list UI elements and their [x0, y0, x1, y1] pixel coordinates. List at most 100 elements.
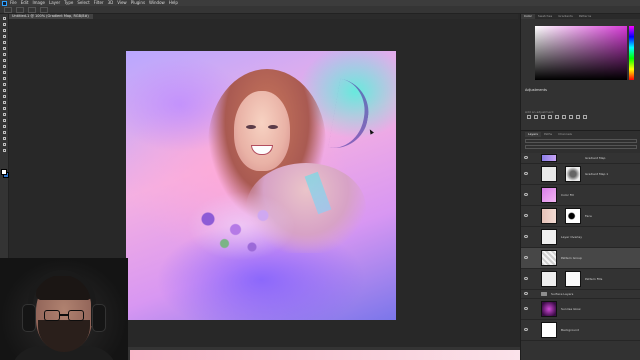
portrait-smile	[251, 145, 273, 155]
brush-tool-icon[interactable]	[2, 70, 7, 75]
tab-gradients[interactable]: Gradients	[555, 14, 576, 19]
layer-dropdown[interactable]	[28, 6, 36, 13]
options-bar	[0, 6, 640, 14]
tab-layers[interactable]: Layers	[525, 132, 541, 137]
photoshop-logo-icon[interactable]	[2, 0, 7, 6]
color-panel-tabs: Color Swatches Gradients Patterns	[521, 14, 640, 19]
path-selection-tool-icon[interactable]	[2, 124, 7, 129]
gradient-tool-icon[interactable]	[2, 94, 7, 99]
layer-filter-bar[interactable]	[525, 139, 637, 143]
eye-icon[interactable]	[524, 193, 528, 196]
eye-icon[interactable]	[524, 214, 528, 217]
crop-tool-icon[interactable]	[2, 46, 7, 51]
eye-icon[interactable]	[524, 307, 528, 310]
tab-channels[interactable]: Channels	[555, 132, 575, 137]
layer-mask-thumbnail	[565, 271, 581, 287]
layer-name: Pattern Fills	[585, 277, 603, 281]
artboard-tool-icon[interactable]	[2, 22, 7, 27]
hue-saturation-icon[interactable]	[562, 115, 566, 119]
tab-color[interactable]: Color	[521, 14, 535, 19]
headphones-left-cup	[22, 304, 36, 332]
levels-icon[interactable]	[534, 115, 538, 119]
layer-name: Gradient Map	[585, 156, 606, 160]
layer-row[interactable]: Gradient Map 1	[521, 164, 640, 185]
hand-tool-icon[interactable]	[2, 136, 7, 141]
layer-row[interactable]: Face	[521, 206, 640, 227]
adjustments-subtitle: Add an adjustment	[525, 110, 554, 114]
tab-swatches[interactable]: Swatches	[535, 14, 555, 19]
black-white-icon[interactable]	[576, 115, 580, 119]
color-balance-icon[interactable]	[569, 115, 573, 119]
healing-brush-tool-icon[interactable]	[2, 64, 7, 69]
color-picker-field[interactable]	[535, 26, 627, 80]
eye-icon[interactable]	[524, 172, 528, 175]
frame-tool-icon[interactable]	[2, 52, 7, 57]
exposure-icon[interactable]	[548, 115, 552, 119]
transform-controls-toggle[interactable]	[40, 6, 48, 13]
layer-row[interactable]: Pattern Fills	[521, 269, 640, 290]
quick-select-tool-icon[interactable]	[2, 40, 7, 45]
layer-thumbnail	[541, 187, 557, 203]
blur-tool-icon[interactable]	[2, 100, 7, 105]
layer-thumbnail	[541, 208, 557, 224]
layer-mask-thumbnail	[565, 208, 581, 224]
move-tool-icon[interactable]	[2, 16, 7, 21]
hue-slider[interactable]	[629, 26, 634, 80]
layer-row[interactable]: Layer Overlay	[521, 227, 640, 248]
lasso-tool-icon[interactable]	[2, 34, 7, 39]
folder-icon	[541, 292, 547, 296]
webcam-overlay	[0, 258, 128, 360]
tab-paths[interactable]: Paths	[541, 132, 555, 137]
zoom-tool-icon[interactable]	[2, 142, 7, 147]
layer-row[interactable]: Background	[521, 320, 640, 341]
headphones-band	[28, 270, 96, 326]
foreground-color-swatch[interactable]	[1, 169, 7, 175]
eye-icon[interactable]	[524, 256, 528, 259]
tool-preset-button[interactable]	[4, 6, 12, 13]
adjustment-icons	[527, 115, 587, 119]
portrait-face	[234, 91, 290, 171]
layer-group-row[interactable]: Surface Layers	[521, 290, 640, 299]
layer-name: Sunrise Glow	[561, 307, 581, 311]
eye-icon[interactable]	[524, 156, 528, 159]
layer-name: Layer Overlay	[561, 235, 582, 239]
layer-name: Gradient Map 1	[585, 172, 609, 176]
layer-row-selected[interactable]: Pattern Group	[521, 248, 640, 269]
clone-stamp-tool-icon[interactable]	[2, 76, 7, 81]
headphones-right-cup	[92, 304, 106, 332]
eye-icon[interactable]	[524, 235, 528, 238]
rectangle-tool-icon[interactable]	[2, 130, 7, 135]
layer-name: Surface Layers	[551, 292, 574, 296]
brightness-contrast-icon[interactable]	[527, 115, 531, 119]
flower-bouquet	[186, 191, 296, 261]
layer-thumbnail	[541, 154, 557, 162]
type-tool-icon[interactable]	[2, 118, 7, 123]
layer-thumbnail	[541, 301, 557, 317]
layer-row[interactable]: Sunrise Glow	[521, 299, 640, 320]
portrait-eye-left	[246, 125, 256, 129]
eyedropper-tool-icon[interactable]	[2, 58, 7, 63]
layer-mask-thumbnail	[565, 166, 581, 182]
more-tools-icon[interactable]	[2, 148, 7, 153]
vibrance-icon[interactable]	[555, 115, 559, 119]
layer-row[interactable]: Gradient Map	[521, 153, 640, 164]
layer-name: Face	[585, 214, 592, 218]
history-brush-tool-icon[interactable]	[2, 82, 7, 87]
layer-row[interactable]: Color Fill	[521, 185, 640, 206]
pen-tool-icon[interactable]	[2, 112, 7, 117]
layers-panel-header: Layers Paths Channels	[521, 130, 640, 153]
artwork-image[interactable]	[126, 51, 396, 320]
eye-icon[interactable]	[524, 328, 528, 331]
gradient-map-icon[interactable]	[583, 115, 587, 119]
eraser-tool-icon[interactable]	[2, 88, 7, 93]
adjustments-panel-title[interactable]: Adjustments	[525, 88, 547, 92]
tab-patterns[interactable]: Patterns	[576, 14, 594, 19]
eye-icon[interactable]	[524, 292, 528, 295]
eye-icon[interactable]	[524, 277, 528, 280]
marquee-tool-icon[interactable]	[2, 28, 7, 33]
dodge-tool-icon[interactable]	[2, 106, 7, 111]
curves-icon[interactable]	[541, 115, 545, 119]
layer-name: Pattern Group	[561, 256, 582, 260]
lock-opacity-bar[interactable]	[525, 145, 637, 149]
auto-select-dropdown[interactable]	[16, 6, 24, 13]
